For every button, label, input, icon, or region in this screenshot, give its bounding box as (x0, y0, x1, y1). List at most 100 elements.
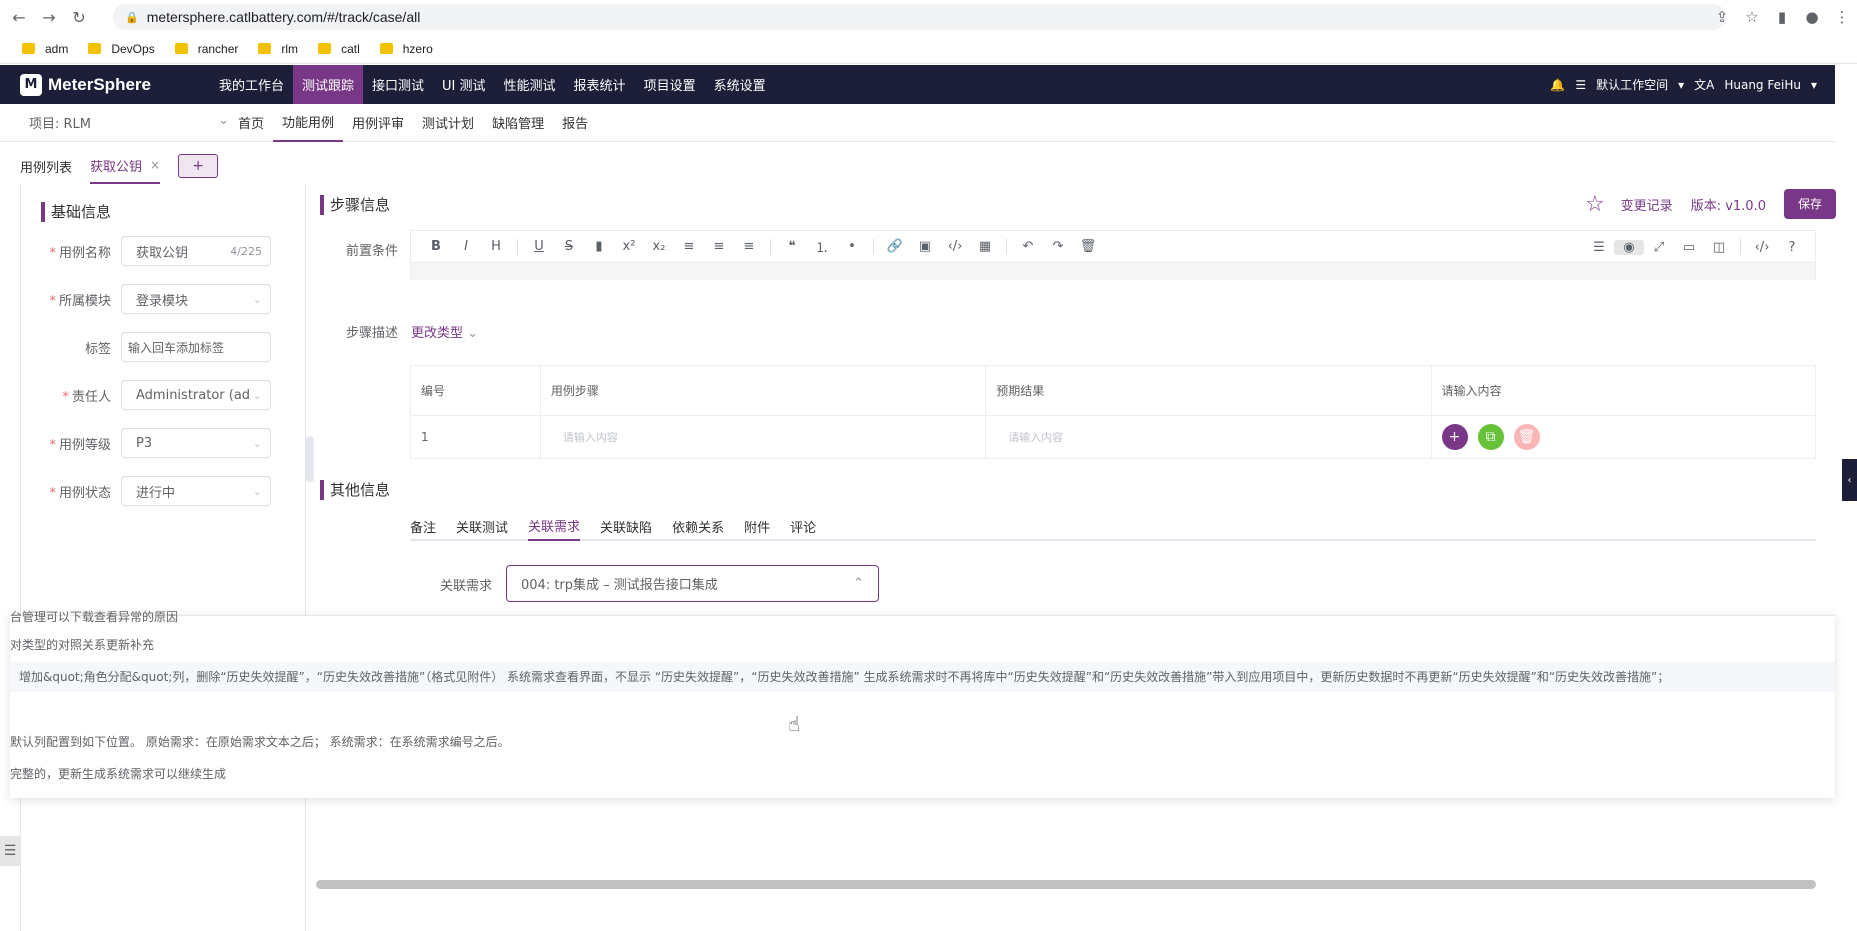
tab-related-requirement[interactable]: 关联需求 (528, 511, 581, 541)
tab-remark[interactable]: 备注 (410, 511, 436, 541)
change-type-dropdown[interactable]: 更改类型 ⌄ (411, 322, 478, 341)
subnav-functional-case[interactable]: 功能用例 (273, 104, 344, 142)
subscript-icon[interactable]: x₂ (644, 239, 674, 254)
tags-input[interactable]: 输入回车添加标签 (121, 332, 271, 362)
share-icon[interactable]: ⇪ (1707, 8, 1737, 26)
quote-icon[interactable]: ❝ (777, 239, 807, 254)
undo-icon[interactable]: ↶ (1013, 239, 1043, 254)
close-icon[interactable]: × (150, 158, 160, 172)
subnav-home[interactable]: 首页 (229, 104, 273, 142)
underline-icon[interactable]: U (524, 239, 554, 254)
chevron-left-icon[interactable]: ‹ (1842, 459, 1857, 501)
bookmark-devops[interactable]: DevOps (88, 42, 155, 56)
bookmark-rancher[interactable]: rancher (174, 42, 238, 56)
dropdown-option[interactable]: 默认列配置到如下位置。 原始需求：在原始需求文本之后； 系统需求：在系统需求编号… (10, 727, 1835, 757)
fullscreen-icon[interactable]: ⤢ (1644, 240, 1674, 255)
add-tab-button[interactable]: + (178, 154, 219, 178)
bookmark-adm[interactable]: adm (22, 42, 68, 56)
tab-comment[interactable]: 评论 (790, 511, 816, 541)
strikethrough-icon[interactable]: S (554, 239, 584, 254)
tab-related-defect[interactable]: 关联缺陷 (600, 511, 652, 541)
back-icon[interactable]: ← (8, 6, 30, 28)
subnav-case-review[interactable]: 用例评审 (343, 104, 413, 142)
italic-icon[interactable]: I (451, 239, 481, 254)
link-icon[interactable]: 🔗 (880, 239, 910, 254)
superscript-icon[interactable]: x² (614, 239, 644, 254)
trash-icon[interactable]: 🗑 (1073, 239, 1103, 254)
sidepanel-icon[interactable]: ▮ (1767, 8, 1797, 26)
redo-icon[interactable]: ↷ (1043, 239, 1073, 254)
horizontal-scrollbar[interactable] (316, 880, 1816, 889)
dropdown-option[interactable]: 台管理可以下载查看异常的原因 (10, 602, 1835, 632)
bookmark-catl[interactable]: catl (318, 42, 360, 56)
dropdown-option[interactable]: 对类型的对照关系更新补充 (10, 630, 1835, 660)
star-icon[interactable]: ☆ (1585, 192, 1605, 217)
panel-collapse-handle[interactable] (306, 436, 314, 482)
user-menu[interactable]: Huang FeiHu (1724, 78, 1801, 92)
menu-reports[interactable]: 报表统计 (565, 65, 635, 104)
version-label[interactable]: 版本: v1.0.0 (1691, 195, 1766, 214)
bookmark-rlm[interactable]: rlm (258, 42, 298, 56)
workspace-selector[interactable]: 默认工作空间 (1596, 76, 1668, 93)
priority-select[interactable]: P3 ⌄ (121, 428, 271, 458)
source-code-icon[interactable]: ‹/› (1747, 240, 1777, 255)
save-button[interactable]: 保存 (1783, 189, 1836, 219)
menu-system-settings[interactable]: 系统设置 (705, 65, 775, 104)
precondition-editor[interactable]: B I H U S ▮ x² x₂ ≡ ≡ ≡ ❝ ⒈ • 🔗 ▣ ‹/› ▦ … (410, 230, 1816, 280)
ordered-list-icon[interactable]: ⒈ (807, 237, 837, 256)
heading-icon[interactable]: H (481, 239, 511, 254)
owner-select[interactable]: Administrator (admi ⌄ (121, 380, 271, 410)
add-step-button[interactable]: + (1441, 424, 1468, 450)
result-input[interactable]: 请输入内容 (996, 421, 1420, 453)
bell-icon[interactable]: 🔔 (1550, 78, 1565, 92)
address-bar[interactable]: 🔒 metersphere.catlbattery.com/#/track/ca… (113, 4, 1726, 30)
copy-step-button[interactable]: ⧉ (1477, 424, 1504, 450)
related-req-select[interactable]: 004: trp集成 – 测试报告接口集成 ⌃ (506, 565, 879, 602)
logo[interactable]: M MeterSphere (20, 73, 190, 96)
menu-test-track[interactable]: 测试跟踪 (293, 65, 364, 104)
subnav-defect[interactable]: 缺陷管理 (483, 104, 553, 142)
tab-related-test[interactable]: 关联测试 (456, 511, 508, 541)
help-icon[interactable]: ? (1777, 240, 1807, 255)
menu-performance[interactable]: 性能测试 (495, 65, 565, 104)
image-icon[interactable]: ▣ (910, 239, 940, 254)
window-icon[interactable]: ▭ (1674, 240, 1704, 255)
status-select[interactable]: 进行中 ⌄ (121, 476, 271, 506)
step-input[interactable]: 请输入内容 (551, 421, 975, 453)
unordered-list-icon[interactable]: • (837, 239, 867, 254)
menu-workbench[interactable]: 我的工作台 (210, 65, 293, 104)
tab-dependency[interactable]: 依赖关系 (672, 511, 724, 541)
tab-case-list[interactable]: 用例列表 (20, 157, 72, 176)
bookmark-hzero[interactable]: hzero (379, 42, 433, 56)
reload-icon[interactable]: ↻ (68, 6, 90, 28)
project-selector[interactable]: 项目: RLM ⌄ (29, 113, 229, 132)
bookmark-icon[interactable]: ▮ (584, 239, 614, 254)
split-view-icon[interactable]: ◫ (1704, 240, 1734, 255)
change-log-link[interactable]: 变更记录 (1621, 195, 1673, 214)
menu-project-settings[interactable]: 项目设置 (635, 65, 705, 104)
tab-current-case[interactable]: 获取公钥 × (90, 148, 161, 184)
case-name-input[interactable]: 获取公钥 4/225 (121, 236, 271, 266)
menu-toggle-icon[interactable]: ☰ (0, 836, 20, 866)
module-select[interactable]: 登录模块 ⌄ (121, 284, 271, 314)
table-icon[interactable]: ▦ (970, 239, 1000, 254)
align-left-icon[interactable]: ≡ (674, 239, 704, 254)
forward-icon[interactable]: → (38, 6, 60, 28)
language-icon[interactable]: 文A (1694, 76, 1714, 93)
preview-hide-icon[interactable]: ◉ (1614, 239, 1644, 255)
menu-icon[interactable]: ⋮ (1827, 8, 1857, 26)
tab-attachment[interactable]: 附件 (744, 511, 770, 541)
align-right-icon[interactable]: ≡ (734, 239, 764, 254)
nav-menu-icon[interactable]: ☰ (1584, 240, 1614, 255)
delete-step-button[interactable]: 🗑 (1513, 424, 1540, 450)
dropdown-option[interactable]: 完整的，更新生成系统需求可以继续生成 (10, 759, 1835, 789)
editor-body[interactable] (411, 263, 1815, 280)
dropdown-option[interactable]: 增加&quot;角色分配&quot;列，删除“历史失效提醒”，“历史失效改善措施… (10, 662, 1835, 692)
subnav-test-plan[interactable]: 测试计划 (413, 104, 483, 142)
bookmark-star-icon[interactable]: ☆ (1737, 8, 1767, 26)
menu-api-test[interactable]: 接口测试 (363, 65, 433, 104)
code-icon[interactable]: ‹/› (940, 239, 970, 254)
dropdown-option[interactable] (10, 694, 1835, 724)
bold-icon[interactable]: B (421, 239, 451, 254)
menu-ui-test[interactable]: UI 测试 (433, 65, 494, 104)
